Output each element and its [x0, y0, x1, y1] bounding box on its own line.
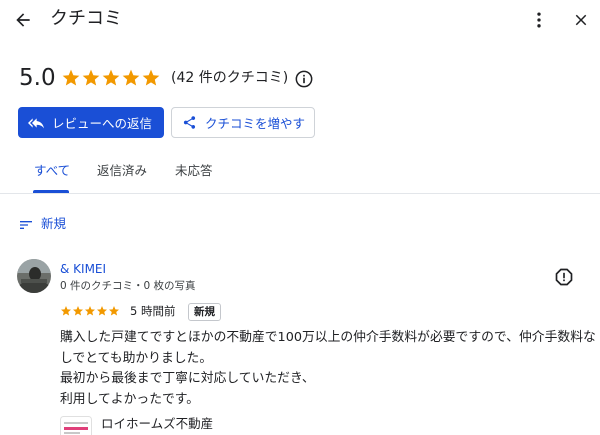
review-text-line: 最初から最後まで丁寧に対応していただき、: [60, 371, 315, 386]
star-icon: [61, 306, 71, 316]
review-text-line: 利用してよかったです。: [60, 391, 200, 407]
get-more-reviews-label: クチコミを増やす: [205, 116, 306, 131]
reply-to-reviews-label: レビューへの返信: [52, 116, 153, 131]
star-icon: [73, 306, 83, 316]
tab-unanswered[interactable]: 未応答: [175, 163, 213, 179]
average-rating: 5.0: [19, 65, 56, 91]
tab-divider: [0, 193, 600, 194]
review-count: (42 件のクチコミ): [171, 70, 289, 86]
sort-icon[interactable]: [18, 217, 34, 233]
review-stars: [60, 305, 120, 317]
review-time: 5 時間前: [130, 304, 176, 318]
page-title: クチコミ: [50, 8, 122, 29]
star-icon: [62, 69, 80, 86]
tab-all[interactable]: すべて: [34, 163, 70, 179]
reply-to-reviews-button[interactable]: レビューへの返信: [18, 107, 164, 138]
review-text-line: しでとても助かりました。: [60, 350, 213, 366]
close-button[interactable]: [566, 5, 596, 35]
report-icon: [555, 268, 573, 286]
info-button[interactable]: [293, 68, 315, 90]
avatar[interactable]: [17, 259, 51, 293]
owner-name: ロイホームズ不動産: [101, 416, 214, 431]
star-icon: [142, 69, 160, 86]
review-text: 購入した戸建てですとほかの不動産で100万以上の仲介手数料が必要ですので、仲介手…: [60, 328, 596, 410]
reply-all-icon: [28, 117, 44, 128]
get-more-reviews-button[interactable]: クチコミを増やす: [171, 107, 315, 138]
star-icon: [82, 69, 100, 86]
back-button[interactable]: [8, 5, 38, 35]
new-badge: 新規: [188, 303, 221, 321]
more-vert-icon: [537, 12, 541, 28]
review-text-line: 購入した戸建てですとほかの不動産で100万以上の仲介手数料が必要ですので、仲介手…: [60, 330, 596, 345]
report-review-button[interactable]: [553, 266, 575, 288]
more-options-button[interactable]: [526, 5, 552, 35]
star-icon: [97, 306, 107, 316]
reviewer-name[interactable]: & KIMEI: [60, 262, 106, 277]
star-icon: [122, 69, 140, 86]
star-icon: [102, 69, 120, 86]
owner-logo: [60, 416, 92, 435]
info-icon: [295, 70, 313, 88]
share-icon: [183, 116, 196, 129]
reviewer-meta: 0 件のクチコミ・0 枚の写真: [60, 280, 196, 292]
close-icon: [575, 14, 587, 26]
star-icon: [109, 306, 119, 316]
rating-stars: [61, 68, 161, 88]
star-icon: [85, 306, 95, 316]
arrow-back-icon: [16, 13, 30, 27]
sort-selector[interactable]: 新規: [41, 216, 66, 232]
tab-replied[interactable]: 返信済み: [97, 163, 147, 179]
